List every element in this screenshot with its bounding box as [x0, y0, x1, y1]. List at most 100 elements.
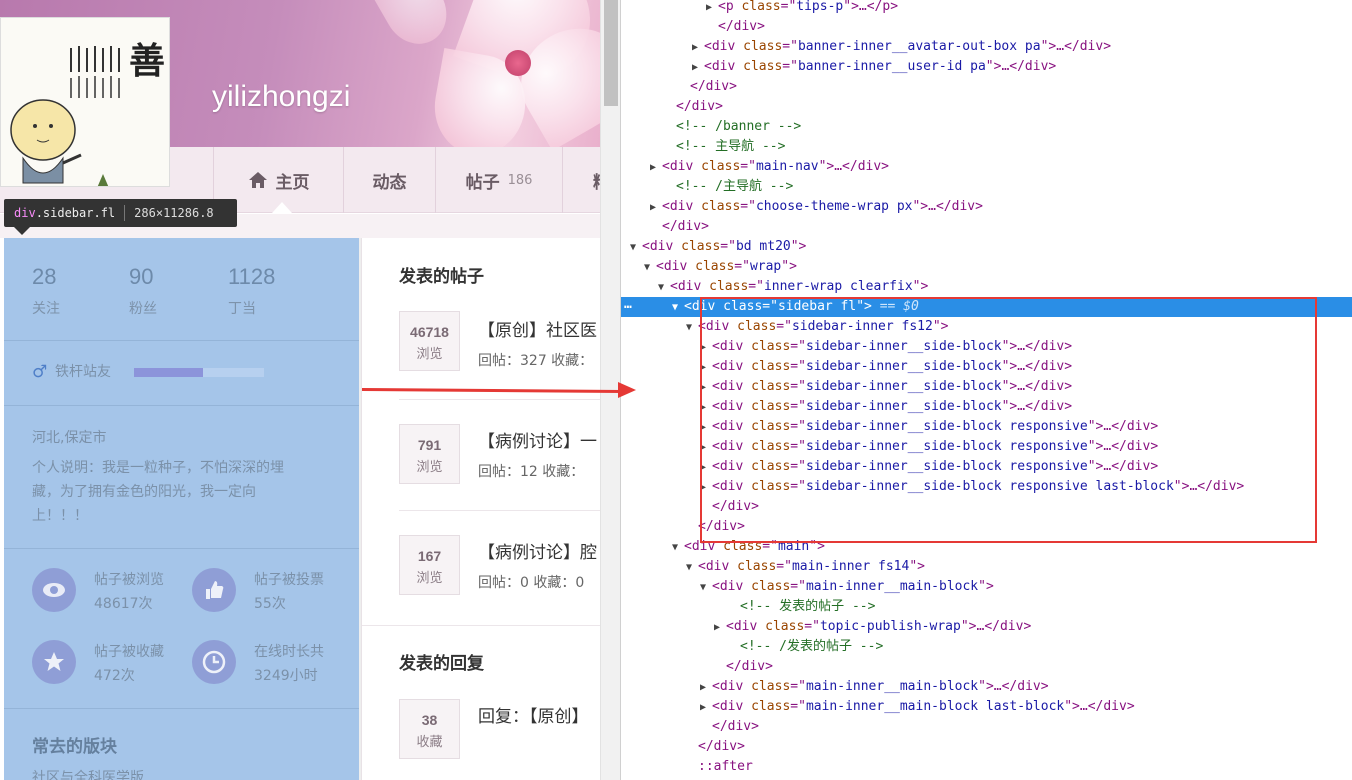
post-title-link[interactable]: 【病例讨论】一	[478, 427, 597, 452]
expand-triangle-icon[interactable]: ▶	[650, 198, 662, 218]
expand-triangle-icon[interactable]: ▶	[692, 38, 704, 58]
dom-node-line[interactable]: </div>	[621, 657, 1352, 677]
expand-triangle-icon[interactable]: ▶	[700, 398, 712, 418]
dom-node-line[interactable]: ▶ <div class="banner-inner__user-id pa">……	[621, 57, 1352, 77]
collapse-triangle-icon[interactable]: ▼	[686, 318, 698, 338]
dom-node-line[interactable]: ▶ <div class="main-inner__main-block">…</…	[621, 677, 1352, 697]
collapse-triangle-icon[interactable]: ▼	[658, 278, 670, 298]
dom-node-line[interactable]: ▶ <div class="main-inner__main-block last…	[621, 697, 1352, 717]
dom-token: ="	[776, 319, 792, 334]
stat-fans-count[interactable]: 90	[129, 264, 153, 290]
dom-node-line[interactable]: <!-- /主导航 -->	[621, 177, 1352, 197]
dom-node-line[interactable]: ▼ <div class="wrap">	[621, 257, 1352, 277]
dom-node-line[interactable]: <!-- /banner -->	[621, 117, 1352, 137]
frequent-board-link[interactable]: 社区与全科医学版	[32, 766, 144, 780]
post-view-count-box: 167 浏览	[399, 535, 460, 595]
expand-triangle-icon[interactable]: ▶	[700, 438, 712, 458]
expand-triangle-icon[interactable]: ▶	[700, 698, 712, 718]
nav-posts[interactable]: 帖子 186	[435, 147, 562, 213]
dom-node-line[interactable]: ▶ <div class="sidebar-inner__side-block">…	[621, 337, 1352, 357]
expand-triangle-icon[interactable]: ▶	[700, 378, 712, 398]
dom-token: ::after	[698, 759, 753, 774]
nav-posts-count: 186	[507, 172, 533, 188]
expand-triangle-icon[interactable]: ▶	[700, 338, 712, 358]
dom-node-line[interactable]: ▶ <div class="sidebar-inner__side-block r…	[621, 457, 1352, 477]
post-title-link[interactable]: 【病例讨论】腔	[478, 538, 597, 563]
dom-node-selected[interactable]: ▼ <div class="sidebar fl"> == $0	[621, 297, 1352, 317]
more-options-icon[interactable]: …	[624, 297, 632, 312]
dom-node-line[interactable]: ▶ <div class="main-nav">…</div>	[621, 157, 1352, 177]
scrollbar-thumb[interactable]	[604, 0, 618, 106]
dom-token: <div	[670, 279, 710, 294]
collapse-triangle-icon[interactable]: ▼	[644, 258, 656, 278]
dom-node-line[interactable]: </div>	[621, 497, 1352, 517]
expand-triangle-icon[interactable]: ▶	[700, 458, 712, 478]
dom-token: </div>	[1025, 359, 1073, 374]
reply-title-link[interactable]: 回复：【原创】	[478, 702, 589, 727]
dom-node-line[interactable]: ▶ <div class="topic-publish-wrap">…</div>	[621, 617, 1352, 637]
dom-node-line[interactable]: ▼ <div class="sidebar-inner fs12">	[621, 317, 1352, 337]
dom-comment: <!-- /发表的帖子 -->	[740, 639, 884, 654]
dom-node-line[interactable]: </div>	[621, 717, 1352, 737]
dom-token: …	[834, 159, 843, 174]
dom-node-line[interactable]: ▼ <div class="main">	[621, 537, 1352, 557]
user-avatar[interactable]: 善	[0, 17, 170, 187]
thumbs-up-icon	[192, 568, 236, 612]
dom-node-line[interactable]: </div>	[621, 517, 1352, 537]
stat-following-count[interactable]: 28	[32, 264, 56, 290]
dom-node-line[interactable]: <!-- /发表的帖子 -->	[621, 637, 1352, 657]
dom-node-line[interactable]: ▶ <div class="sidebar-inner__side-block r…	[621, 417, 1352, 437]
nav-more[interactable]: 精	[562, 147, 600, 213]
expand-triangle-icon[interactable]: ▶	[700, 478, 712, 498]
collapse-triangle-icon[interactable]: ▼	[630, 238, 642, 258]
dom-node-line[interactable]: ▼ <div class="main-inner fs14">	[621, 557, 1352, 577]
dom-node-line[interactable]: </div>	[621, 217, 1352, 237]
dom-token: <div	[698, 559, 738, 574]
dom-node-line[interactable]: ▶ <div class="sidebar-inner__side-block">…	[621, 397, 1352, 417]
dom-node-line[interactable]: ▼ <div class="bd mt20">	[621, 237, 1352, 257]
male-icon: ♂	[32, 362, 48, 382]
dom-node-line[interactable]: <!-- 发表的帖子 -->	[621, 597, 1352, 617]
post-title-link[interactable]: 【原创】社区医	[478, 316, 597, 341]
collapse-triangle-icon[interactable]: ▼	[686, 558, 698, 578]
expand-triangle-icon[interactable]: ▶	[700, 418, 712, 438]
dom-token: </div>	[712, 719, 759, 734]
tooltip-size: 286×11286.8	[134, 206, 214, 220]
dom-node-line[interactable]: </div>	[621, 17, 1352, 37]
collapse-triangle-icon[interactable]: ▼	[672, 298, 684, 318]
dom-node-line[interactable]: ▶ <div class="choose-theme-wrap px">…</di…	[621, 197, 1352, 217]
divider	[4, 405, 359, 406]
attr-value: banner-inner__user-id pa	[797, 59, 986, 74]
expand-triangle-icon[interactable]: ▶	[700, 358, 712, 378]
expand-triangle-icon[interactable]: ▶	[706, 0, 718, 18]
dom-node-line[interactable]: ▶ <p class="tips-p">…</p>	[621, 0, 1352, 17]
dom-node-line[interactable]: </div>	[621, 737, 1352, 757]
user-bio-line: 个人说明：我是一粒种子，不怕深深的埋	[32, 460, 284, 476]
dom-node-line[interactable]: </div>	[621, 97, 1352, 117]
section-divider	[362, 625, 600, 626]
dom-token: <div	[712, 679, 752, 694]
attr-value: sidebar-inner__side-block responsive	[805, 419, 1088, 434]
dom-node-line[interactable]: ▶ <div class="banner-inner__avatar-out-bo…	[621, 37, 1352, 57]
dom-node-line[interactable]: ▼ <div class="main-inner__main-block">	[621, 577, 1352, 597]
post-view-count: 167	[417, 548, 442, 564]
collapse-triangle-icon[interactable]: ▼	[700, 578, 712, 598]
collapse-triangle-icon[interactable]: ▼	[672, 538, 684, 558]
dom-node-line[interactable]: ▼ <div class="inner-wrap clearfix">	[621, 277, 1352, 297]
dom-node-line[interactable]: ▶ <div class="sidebar-inner__side-block r…	[621, 437, 1352, 457]
dom-token: ">	[912, 279, 929, 294]
nav-activity[interactable]: 动态	[343, 147, 435, 213]
expand-triangle-icon[interactable]: ▶	[692, 58, 704, 78]
dom-node-line[interactable]: ▶ <div class="sidebar-inner__side-block">…	[621, 377, 1352, 397]
dom-node-line[interactable]: ▶ <div class="sidebar-inner__side-block r…	[621, 477, 1352, 497]
sidebar-highlighted[interactable]: 28 关注 90 粉丝 1128 丁当 ♂ 铁杆站友 河北,保定市 个人说明：我…	[4, 238, 359, 780]
dom-node-line[interactable]: ::after	[621, 757, 1352, 777]
expand-triangle-icon[interactable]: ▶	[650, 158, 662, 178]
expand-triangle-icon[interactable]: ▶	[700, 678, 712, 698]
dom-node-line[interactable]: <!-- 主导航 -->	[621, 137, 1352, 157]
expand-triangle-icon[interactable]: ▶	[714, 618, 726, 638]
dom-node-line[interactable]: </div>	[621, 77, 1352, 97]
dom-node-line[interactable]: ▶ <div class="sidebar-inner__side-block">…	[621, 357, 1352, 377]
profile-username[interactable]: yilizhongzi	[212, 80, 350, 114]
stat-dingdang-count[interactable]: 1128	[228, 264, 275, 290]
